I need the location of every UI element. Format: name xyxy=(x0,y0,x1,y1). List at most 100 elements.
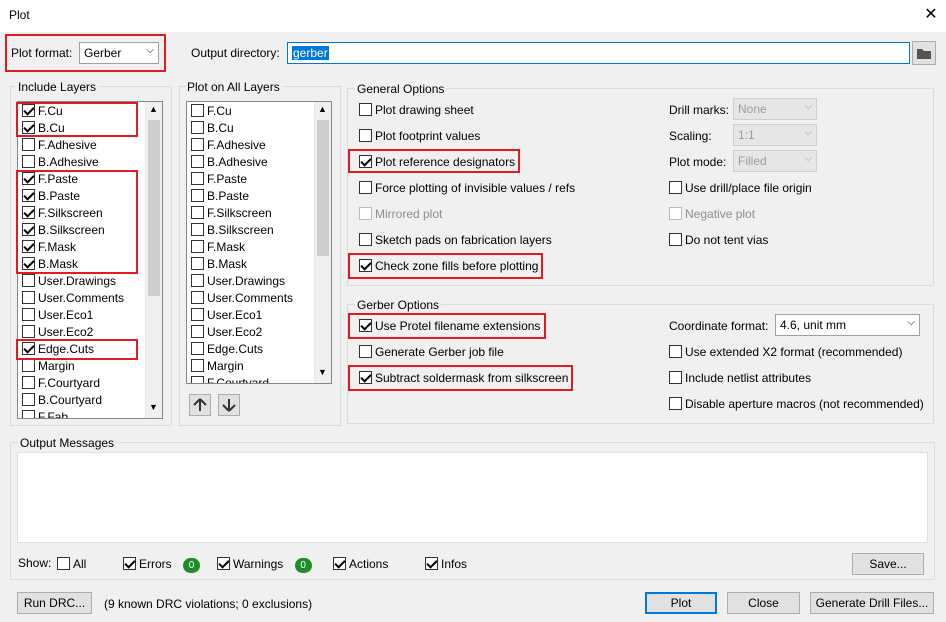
general-left-option[interactable]: Plot drawing sheet xyxy=(359,103,474,121)
plot-all-layer-item[interactable]: User.Drawings xyxy=(191,274,285,291)
close-icon[interactable]: ✕ xyxy=(917,2,945,28)
include-layer-item-checkbox[interactable] xyxy=(22,359,35,372)
plot-all-layer-item-checkbox[interactable] xyxy=(191,291,204,304)
gerber-right-option-checkbox[interactable] xyxy=(669,345,682,358)
general-left-option-checkbox[interactable] xyxy=(359,207,372,220)
plot-all-layers-scrollbar[interactable]: ▲ ▼ xyxy=(314,102,331,383)
plot-button[interactable]: Plot xyxy=(645,592,717,614)
scroll-down-icon[interactable]: ▼ xyxy=(318,367,327,377)
run-drc-button[interactable]: Run DRC... xyxy=(17,592,92,614)
filter-all[interactable]: All xyxy=(57,557,86,575)
plot-all-layer-item-checkbox[interactable] xyxy=(191,342,204,355)
general-left-option-checkbox[interactable] xyxy=(359,181,372,194)
include-layer-item-checkbox[interactable] xyxy=(22,376,35,389)
include-layer-item-checkbox[interactable] xyxy=(22,155,35,168)
scaling-select[interactable]: 1:1 ⌵ xyxy=(733,124,817,146)
browse-folder-button[interactable] xyxy=(912,41,936,65)
plot-all-layer-item[interactable]: B.Cu xyxy=(191,121,234,138)
plot-all-layer-item[interactable]: B.Adhesive xyxy=(191,155,268,172)
plot-all-layer-item-checkbox[interactable] xyxy=(191,359,204,372)
general-left-option[interactable]: Plot footprint values xyxy=(359,129,480,147)
scroll-down-icon[interactable]: ▼ xyxy=(149,402,158,412)
plot-all-layer-item-checkbox[interactable] xyxy=(191,172,204,185)
filter-infos[interactable]: Infos xyxy=(425,557,467,575)
filter-errors-checkbox[interactable] xyxy=(123,557,136,570)
scroll-up-icon[interactable]: ▲ xyxy=(318,104,327,114)
filter-errors[interactable]: Errors 0 xyxy=(123,557,201,575)
move-up-button[interactable] xyxy=(189,394,211,416)
close-button[interactable]: Close xyxy=(727,592,800,614)
plot-all-layer-item-checkbox[interactable] xyxy=(191,240,204,253)
plot-all-layer-item-checkbox[interactable] xyxy=(191,155,204,168)
include-layer-item[interactable]: User.Drawings xyxy=(22,274,116,291)
general-right-option[interactable]: Do not tent vias xyxy=(669,233,768,251)
plot-all-layer-item[interactable]: F.Courtyard xyxy=(191,376,269,383)
gerber-right-option-checkbox[interactable] xyxy=(669,371,682,384)
plot-all-layer-item[interactable]: Edge.Cuts xyxy=(191,342,263,359)
plot-format-select[interactable]: Gerber ⌵ xyxy=(79,42,159,64)
general-left-option[interactable]: Force plotting of invisible values / ref… xyxy=(359,181,575,199)
gerber-right-option[interactable]: Include netlist attributes xyxy=(669,371,811,389)
general-left-option-checkbox[interactable] xyxy=(359,233,372,246)
drill-marks-select[interactable]: None ⌵ xyxy=(733,98,817,120)
include-layer-item[interactable]: Margin xyxy=(22,359,75,376)
plot-all-layer-item[interactable]: B.Silkscreen xyxy=(191,223,274,240)
plot-all-layer-item-checkbox[interactable] xyxy=(191,121,204,134)
general-right-option[interactable]: Use drill/place file origin xyxy=(669,181,812,199)
output-messages-area[interactable] xyxy=(17,452,928,543)
include-layer-item[interactable]: User.Eco1 xyxy=(22,308,93,325)
scroll-up-icon[interactable]: ▲ xyxy=(149,104,158,114)
gerber-right-option-checkbox[interactable] xyxy=(669,397,682,410)
plot-all-layers-scroll-thumb[interactable] xyxy=(317,120,329,256)
filter-infos-checkbox[interactable] xyxy=(425,557,438,570)
plot-all-layer-item-checkbox[interactable] xyxy=(191,308,204,321)
gerber-right-option[interactable]: Disable aperture macros (not recommended… xyxy=(669,397,924,415)
plot-all-layers-list[interactable]: F.Cu B.Cu F.Adhesive B.Adhesive F.Paste B.Pas… xyxy=(186,101,332,384)
coordinate-format-select[interactable]: 4.6, unit mm ⌵ xyxy=(775,314,920,336)
plot-mode-select[interactable]: Filled ⌵ xyxy=(733,150,817,172)
gerber-left-option-checkbox[interactable] xyxy=(359,345,372,358)
include-layer-item-checkbox[interactable] xyxy=(22,274,35,287)
plot-all-layer-item-checkbox[interactable] xyxy=(191,274,204,287)
plot-all-layer-item[interactable]: F.Paste xyxy=(191,172,247,189)
plot-all-layer-item[interactable]: User.Comments xyxy=(191,291,293,308)
filter-warnings[interactable]: Warnings 0 xyxy=(217,557,312,575)
include-layer-item[interactable]: F.Courtyard xyxy=(22,376,100,393)
plot-all-layer-item[interactable]: User.Eco2 xyxy=(191,325,262,342)
include-layer-item-checkbox[interactable] xyxy=(22,138,35,151)
move-down-button[interactable] xyxy=(218,394,240,416)
plot-all-layer-item-checkbox[interactable] xyxy=(191,189,204,202)
generate-drill-files-button[interactable]: Generate Drill Files... xyxy=(810,592,934,614)
filter-actions[interactable]: Actions xyxy=(333,557,388,575)
include-layers-scroll-thumb[interactable] xyxy=(148,120,160,296)
gerber-right-option[interactable]: Use extended X2 format (recommended) xyxy=(669,345,902,363)
save-messages-button[interactable]: Save... xyxy=(852,553,924,575)
plot-all-layer-item-checkbox[interactable] xyxy=(191,206,204,219)
general-right-option-checkbox[interactable] xyxy=(669,233,682,246)
include-layer-item-checkbox[interactable] xyxy=(22,308,35,321)
include-layer-item-checkbox[interactable] xyxy=(22,291,35,304)
general-left-option-checkbox[interactable] xyxy=(359,103,372,116)
plot-all-layer-item-checkbox[interactable] xyxy=(191,257,204,270)
plot-all-layer-item-checkbox[interactable] xyxy=(191,104,204,117)
plot-all-layer-item[interactable]: B.Mask xyxy=(191,257,247,274)
plot-all-layer-item-checkbox[interactable] xyxy=(191,223,204,236)
plot-all-layer-item[interactable]: F.Silkscreen xyxy=(191,206,272,223)
plot-all-layer-item[interactable]: User.Eco1 xyxy=(191,308,262,325)
filter-all-checkbox[interactable] xyxy=(57,557,70,570)
include-layer-item-checkbox[interactable] xyxy=(22,325,35,338)
general-left-option-checkbox[interactable] xyxy=(359,129,372,142)
include-layer-item-checkbox[interactable] xyxy=(22,393,35,406)
plot-all-layer-item-checkbox[interactable] xyxy=(191,325,204,338)
include-layer-item[interactable]: F.Fab xyxy=(22,410,68,418)
plot-all-layer-item[interactable]: F.Mask xyxy=(191,240,245,257)
include-layer-item-checkbox[interactable] xyxy=(22,410,35,418)
plot-all-layer-item[interactable]: Margin xyxy=(191,359,244,376)
filter-warnings-checkbox[interactable] xyxy=(217,557,230,570)
filter-actions-checkbox[interactable] xyxy=(333,557,346,570)
include-layers-scrollbar[interactable]: ▲ ▼ xyxy=(145,102,162,418)
plot-all-layer-item[interactable]: B.Paste xyxy=(191,189,249,206)
output-directory-input[interactable]: gerber xyxy=(287,42,910,64)
include-layer-item[interactable]: F.Adhesive xyxy=(22,138,97,155)
general-left-option[interactable]: Sketch pads on fabrication layers xyxy=(359,233,552,251)
